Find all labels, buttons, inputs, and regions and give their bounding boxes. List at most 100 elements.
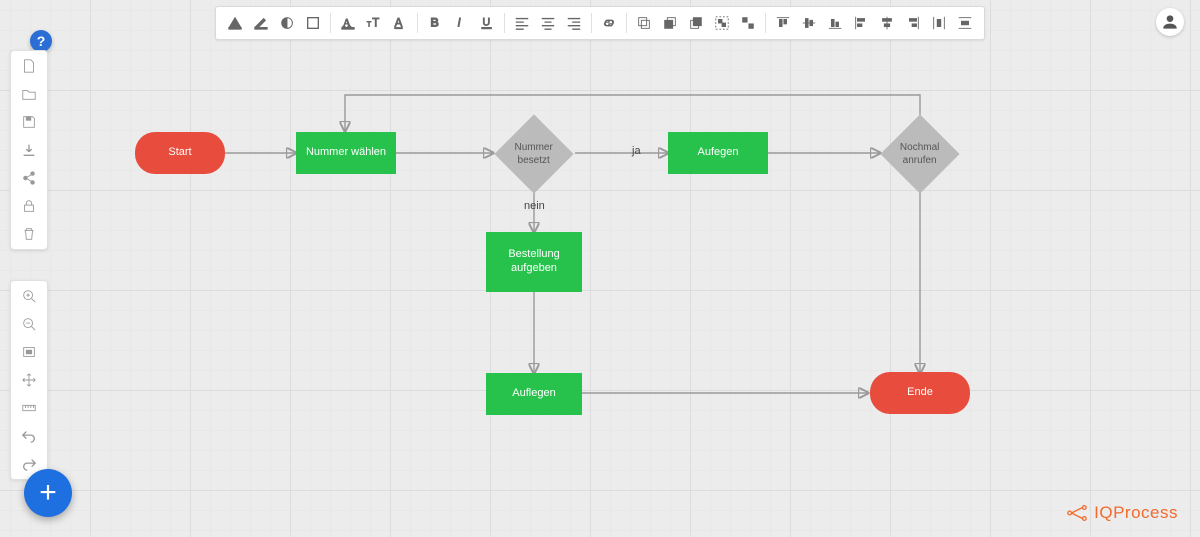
align-left-icon[interactable] xyxy=(509,10,535,36)
zoom-out-icon xyxy=(21,316,37,332)
save-icon[interactable] xyxy=(18,113,40,131)
align-hcenter-icon xyxy=(879,15,895,31)
copy-icon xyxy=(636,15,652,31)
format-toolbar: A TT A B I U xyxy=(215,6,985,40)
toolbar-separator xyxy=(417,13,418,33)
svg-text:I: I xyxy=(457,18,461,30)
fill-color-icon xyxy=(227,15,243,31)
lock-icon xyxy=(21,198,37,214)
pan-icon[interactable] xyxy=(18,371,40,389)
fill-color-icon[interactable] xyxy=(222,10,248,36)
new-file-icon[interactable] xyxy=(18,57,40,75)
node-label: Ende xyxy=(907,386,933,400)
node-label: Start xyxy=(168,146,191,160)
toolbar-separator xyxy=(626,13,627,33)
node-hangup1[interactable]: Aufegen xyxy=(668,132,768,174)
node-start[interactable]: Start xyxy=(135,132,225,174)
node-order[interactable]: Bestellung aufgeben xyxy=(486,232,582,292)
copy-icon[interactable] xyxy=(631,10,657,36)
distribute-h-icon xyxy=(931,15,947,31)
fit-screen-icon[interactable] xyxy=(18,343,40,361)
align-hleft-icon xyxy=(853,15,869,31)
add-button[interactable]: + xyxy=(24,469,72,517)
line-color-icon xyxy=(253,15,269,31)
diagram-canvas[interactable] xyxy=(0,0,1200,537)
italic-icon: I xyxy=(453,15,469,31)
node-label: Nochmal anrufen xyxy=(896,142,944,167)
avatar[interactable] xyxy=(1156,8,1184,36)
help-label: ? xyxy=(37,33,46,49)
node-label: Nummer wählen xyxy=(306,146,386,160)
ungroup-icon xyxy=(740,15,756,31)
redo-icon[interactable] xyxy=(18,455,40,473)
node-label: Auflegen xyxy=(512,387,555,401)
link-icon xyxy=(601,15,617,31)
svg-text:T: T xyxy=(372,18,379,30)
new-file-icon xyxy=(21,58,37,74)
folder-icon[interactable] xyxy=(18,85,40,103)
to-back-icon xyxy=(688,15,704,31)
svg-text:U: U xyxy=(483,17,491,29)
align-left-icon xyxy=(514,15,530,31)
view-tools-panel xyxy=(10,280,48,480)
file-tools-panel xyxy=(10,50,48,250)
ruler-icon[interactable] xyxy=(18,399,40,417)
undo-icon[interactable] xyxy=(18,427,40,445)
align-right-icon[interactable] xyxy=(561,10,587,36)
ungroup-icon[interactable] xyxy=(735,10,761,36)
save-icon xyxy=(21,114,37,130)
ruler-icon xyxy=(21,400,37,416)
border-style-icon xyxy=(305,15,321,31)
logo-icon xyxy=(1066,504,1088,522)
redo-icon xyxy=(21,456,37,472)
product-logo: IQProcess xyxy=(1066,503,1178,523)
toolbar-separator xyxy=(504,13,505,33)
node-hangup2[interactable]: Auflegen xyxy=(486,373,582,415)
lock-icon[interactable] xyxy=(18,197,40,215)
zoom-out-icon[interactable] xyxy=(18,315,40,333)
zoom-in-icon[interactable] xyxy=(18,287,40,305)
svg-text:B: B xyxy=(431,18,439,30)
help-button[interactable]: ? xyxy=(30,30,52,52)
underline-icon[interactable]: U xyxy=(474,10,500,36)
pan-icon xyxy=(21,372,37,388)
font-color-icon[interactable]: A xyxy=(335,10,361,36)
border-style-icon[interactable] xyxy=(300,10,326,36)
download-icon[interactable] xyxy=(18,141,40,159)
align-top-icon[interactable] xyxy=(770,10,796,36)
align-center-icon[interactable] xyxy=(535,10,561,36)
opacity-icon[interactable] xyxy=(274,10,300,36)
group-icon[interactable] xyxy=(709,10,735,36)
trash-icon[interactable] xyxy=(18,225,40,243)
align-hleft-icon[interactable] xyxy=(848,10,874,36)
align-hcenter-icon[interactable] xyxy=(874,10,900,36)
to-front-icon[interactable] xyxy=(657,10,683,36)
node-end[interactable]: Ende xyxy=(870,372,970,414)
distribute-h-icon[interactable] xyxy=(926,10,952,36)
node-dial[interactable]: Nummer wählen xyxy=(296,132,396,174)
align-hright-icon[interactable] xyxy=(900,10,926,36)
bold-icon: B xyxy=(427,15,443,31)
font-family-icon: A xyxy=(392,15,408,31)
link-icon[interactable] xyxy=(596,10,622,36)
to-back-icon[interactable] xyxy=(683,10,709,36)
zoom-in-icon xyxy=(21,288,37,304)
undo-icon xyxy=(21,428,37,444)
font-size-icon: TT xyxy=(366,15,382,31)
distribute-v-icon[interactable] xyxy=(952,10,978,36)
font-family-icon[interactable]: A xyxy=(387,10,413,36)
align-vcenter-icon[interactable] xyxy=(796,10,822,36)
align-bottom-icon[interactable] xyxy=(822,10,848,36)
node-label: Nummer besetzt xyxy=(510,142,558,167)
distribute-v-icon xyxy=(957,15,973,31)
trash-icon xyxy=(21,226,37,242)
italic-icon[interactable]: I xyxy=(448,10,474,36)
to-front-icon xyxy=(662,15,678,31)
line-color-icon[interactable] xyxy=(248,10,274,36)
node-label: Aufegen xyxy=(698,146,739,160)
font-size-icon[interactable]: TT xyxy=(361,10,387,36)
bold-icon[interactable]: B xyxy=(422,10,448,36)
share-icon[interactable] xyxy=(18,169,40,187)
download-icon xyxy=(21,142,37,158)
fit-screen-icon xyxy=(21,344,37,360)
